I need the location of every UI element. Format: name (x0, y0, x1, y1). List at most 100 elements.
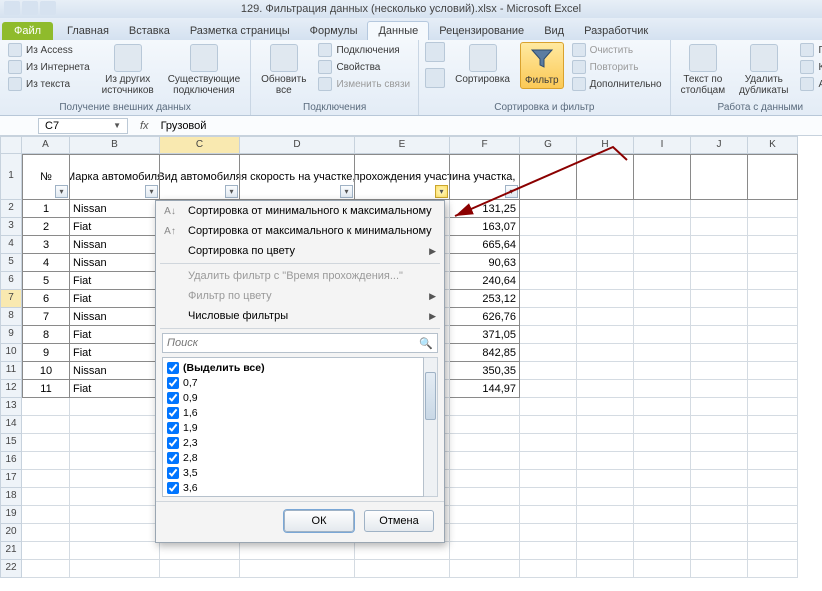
cell-H3[interactable] (577, 218, 634, 236)
filter-value-checkbox[interactable] (167, 377, 179, 389)
cell-G18[interactable] (520, 488, 577, 506)
btn-filter[interactable]: Фильтр (520, 42, 564, 89)
cell-B2[interactable]: Nissan (70, 200, 160, 218)
filter-value-checkbox[interactable] (167, 482, 179, 494)
row-header-4[interactable]: 4 (0, 236, 22, 254)
formula-value[interactable]: Грузовой (157, 120, 211, 132)
cell-J10[interactable] (691, 344, 748, 362)
row-header-14[interactable]: 14 (0, 416, 22, 434)
cell-G20[interactable] (520, 524, 577, 542)
cell-H22[interactable] (577, 560, 634, 578)
table-header-D[interactable]: Средняя скорость на участке, км/час▾ (240, 154, 355, 200)
filter-value-item[interactable]: 1,6 (167, 405, 419, 420)
cell-J21[interactable] (691, 542, 748, 560)
cell-F12[interactable]: 144,97 (450, 380, 520, 398)
cell-F8[interactable]: 626,76 (450, 308, 520, 326)
cell-A10[interactable]: 9 (22, 344, 70, 362)
table-header-F[interactable]: Длина участка, км▾ (450, 154, 520, 200)
cell-H9[interactable] (577, 326, 634, 344)
filter-value-item[interactable]: 0,7 (167, 375, 419, 390)
cell-G5[interactable] (520, 254, 577, 272)
row-header-19[interactable]: 19 (0, 506, 22, 524)
sort-asc-icon[interactable] (425, 42, 445, 62)
row-header-7[interactable]: 7 (0, 290, 22, 308)
btn-from-access[interactable]: Из Access (6, 42, 92, 58)
cell-I19[interactable] (634, 506, 691, 524)
qat-redo-icon[interactable] (40, 1, 56, 15)
cell-B17[interactable] (70, 470, 160, 488)
col-header-K[interactable]: K (748, 136, 798, 154)
cell-K12[interactable] (748, 380, 798, 398)
cell-J6[interactable] (691, 272, 748, 290)
cell-K5[interactable] (748, 254, 798, 272)
btn-remove-duplicates[interactable]: Удалить дубликаты (735, 42, 792, 98)
cell-H10[interactable] (577, 344, 634, 362)
cell-J8[interactable] (691, 308, 748, 326)
cell-G12[interactable] (520, 380, 577, 398)
cell-B15[interactable] (70, 434, 160, 452)
cell-B18[interactable] (70, 488, 160, 506)
filter-value-item[interactable]: 0,9 (167, 390, 419, 405)
cell-A9[interactable]: 8 (22, 326, 70, 344)
ok-button[interactable]: ОК (284, 510, 354, 532)
cell-F14[interactable] (450, 416, 520, 434)
cell-A3[interactable]: 2 (22, 218, 70, 236)
cell-J19[interactable] (691, 506, 748, 524)
btn-clear-filter[interactable]: Очистить (570, 42, 664, 58)
cell-I18[interactable] (634, 488, 691, 506)
cell-H19[interactable] (577, 506, 634, 524)
btn-connections[interactable]: Подключения (316, 42, 412, 58)
cell-F4[interactable]: 665,64 (450, 236, 520, 254)
cell-J7[interactable] (691, 290, 748, 308)
cell-A15[interactable] (22, 434, 70, 452)
cell-A12[interactable]: 11 (22, 380, 70, 398)
filter-list-scrollbar[interactable] (424, 357, 438, 497)
cell-F16[interactable] (450, 452, 520, 470)
cell-G6[interactable] (520, 272, 577, 290)
tab-data[interactable]: Данные (367, 21, 429, 40)
cell-J16[interactable] (691, 452, 748, 470)
cell-J3[interactable] (691, 218, 748, 236)
filter-arrow-D[interactable]: ▾ (340, 185, 353, 198)
cell-K17[interactable] (748, 470, 798, 488)
filter-search-box[interactable]: 🔍 (162, 333, 438, 353)
cell-A4[interactable]: 3 (22, 236, 70, 254)
cell-I7[interactable] (634, 290, 691, 308)
cell-B5[interactable]: Nissan (70, 254, 160, 272)
cell-I13[interactable] (634, 398, 691, 416)
cell-I14[interactable] (634, 416, 691, 434)
sort-desc-icon[interactable] (425, 68, 445, 88)
cell-K4[interactable] (748, 236, 798, 254)
cell-G19[interactable] (520, 506, 577, 524)
cell-D22[interactable] (240, 560, 355, 578)
cell-A22[interactable] (22, 560, 70, 578)
table-header-H[interactable] (577, 154, 634, 200)
row-header-21[interactable]: 21 (0, 542, 22, 560)
cell-G17[interactable] (520, 470, 577, 488)
fx-icon[interactable]: fx (132, 120, 157, 132)
cell-K9[interactable] (748, 326, 798, 344)
cell-J17[interactable] (691, 470, 748, 488)
row-header-13[interactable]: 13 (0, 398, 22, 416)
cell-J4[interactable] (691, 236, 748, 254)
cell-I5[interactable] (634, 254, 691, 272)
scrollbar-thumb[interactable] (425, 372, 436, 420)
cell-J22[interactable] (691, 560, 748, 578)
cell-A5[interactable]: 4 (22, 254, 70, 272)
btn-from-text[interactable]: Из текста (6, 76, 92, 92)
col-header-D[interactable]: D (240, 136, 355, 154)
cell-K3[interactable] (748, 218, 798, 236)
cell-H18[interactable] (577, 488, 634, 506)
filter-value-item[interactable]: 3,6 (167, 480, 419, 495)
cell-J11[interactable] (691, 362, 748, 380)
cell-I6[interactable] (634, 272, 691, 290)
cell-B12[interactable]: Fiat (70, 380, 160, 398)
cell-F9[interactable]: 371,05 (450, 326, 520, 344)
cell-G9[interactable] (520, 326, 577, 344)
cell-B9[interactable]: Fiat (70, 326, 160, 344)
cell-K15[interactable] (748, 434, 798, 452)
cell-K8[interactable] (748, 308, 798, 326)
cell-K22[interactable] (748, 560, 798, 578)
cell-I9[interactable] (634, 326, 691, 344)
row-header-20[interactable]: 20 (0, 524, 22, 542)
